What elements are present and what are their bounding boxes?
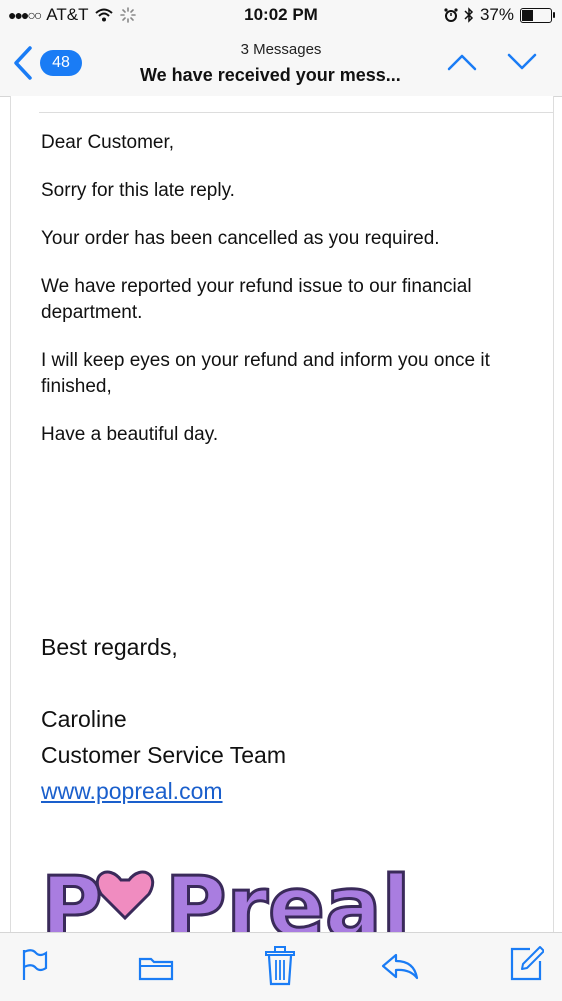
trash-icon[interactable] — [264, 946, 296, 986]
chevron-up-icon[interactable] — [446, 52, 478, 72]
message-body: Dear Customer, Sorry for this late reply… — [10, 96, 554, 932]
battery-icon — [520, 7, 555, 23]
website-link[interactable]: www.popreal.com — [41, 778, 223, 804]
bluetooth-icon — [464, 7, 474, 23]
sender-name: Caroline — [41, 706, 127, 732]
svg-text:Preal: Preal — [165, 858, 410, 932]
sender-team: Customer Service Team — [41, 742, 286, 768]
svg-text:P: P — [41, 858, 103, 932]
paragraph: Have a beautiful day. — [41, 424, 219, 445]
folder-icon[interactable] — [138, 953, 174, 981]
flag-icon[interactable] — [20, 948, 48, 982]
paragraph: We have reported your refund issue to ou… — [41, 276, 472, 323]
battery-percent: 37% — [479, 5, 514, 24]
status-right: 37% — [444, 5, 555, 25]
alarm-icon — [444, 8, 458, 22]
paragraph: Sorry for this late reply. — [41, 180, 235, 201]
reply-icon[interactable] — [380, 951, 420, 981]
message-text: Dear Customer, Sorry for this late reply… — [41, 130, 531, 470]
greeting: Dear Customer, — [41, 132, 175, 153]
paragraph: Your order has been cancelled as you req… — [41, 228, 440, 249]
bottom-toolbar — [0, 932, 562, 1001]
sign-off: Best regards, — [41, 634, 178, 660]
chevron-down-icon[interactable] — [506, 52, 538, 72]
signature: Best regards, Caroline Customer Service … — [41, 634, 531, 809]
paragraph: I will keep eyes on your refund and info… — [41, 350, 490, 397]
thread-title: We have received your mess... — [140, 65, 401, 85]
battery-fill — [522, 9, 534, 21]
divider — [39, 112, 553, 113]
compose-icon[interactable] — [508, 945, 544, 981]
popreal-logo: P Preal — [41, 857, 412, 933]
status-bar: ●●●○○ AT&T 10:02 PM 37% — [0, 0, 562, 30]
